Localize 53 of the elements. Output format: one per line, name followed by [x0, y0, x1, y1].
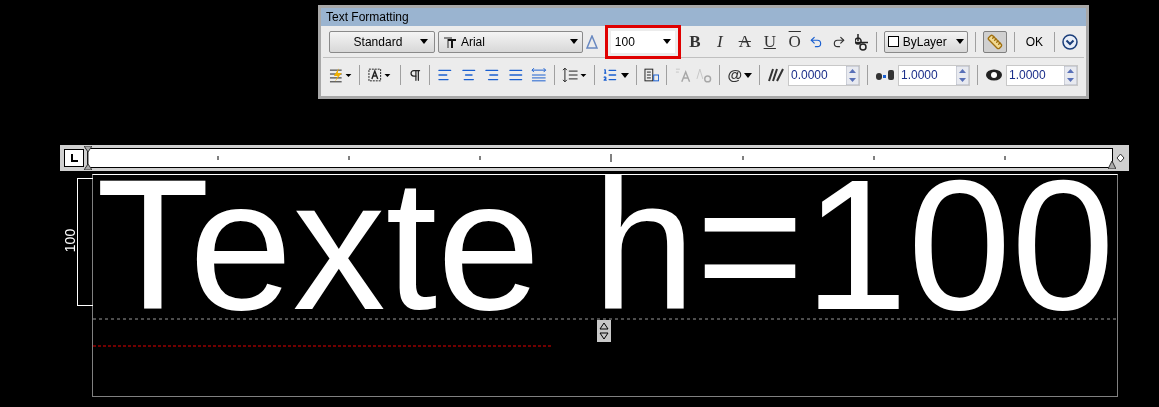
tab-stop-button[interactable] — [64, 149, 84, 167]
redo-icon[interactable] — [831, 34, 846, 49]
align-center-icon[interactable] — [460, 67, 477, 83]
caret-icon — [744, 72, 753, 78]
truetype-font-icon — [442, 35, 457, 48]
align-left-icon[interactable] — [437, 67, 453, 83]
symbol-button[interactable]: @ — [727, 63, 753, 87]
caret-icon — [955, 39, 964, 44]
style-dropdown[interactable]: Standard — [329, 30, 435, 53]
caret-icon — [419, 39, 428, 44]
number-field[interactable]: 1.0000 — [898, 64, 970, 86]
caret-icon — [662, 39, 671, 44]
stack-icon[interactable] — [854, 32, 869, 51]
distribute-icon[interactable] — [531, 67, 548, 83]
spinner-icon[interactable] — [1063, 65, 1077, 85]
number-field[interactable]: 1.0000 — [1005, 64, 1078, 86]
number-field[interactable]: 0.0000 — [788, 64, 860, 86]
align-right-icon[interactable] — [484, 67, 500, 83]
indent-marker-icon[interactable] — [84, 146, 92, 170]
insert-field-icon[interactable] — [643, 67, 660, 83]
underline-button[interactable]: U — [758, 30, 781, 53]
spinner-icon[interactable] — [846, 65, 859, 85]
oblique-angle-icon — [767, 68, 785, 82]
height-resize-icon[interactable] — [597, 320, 611, 342]
paragraph-color-icon[interactable] — [329, 67, 353, 83]
color-dropdown[interactable]: ByLayer — [883, 30, 968, 53]
right-indent-icon[interactable] — [1108, 159, 1116, 169]
options-icon[interactable] — [1062, 33, 1078, 50]
tracking-icon — [875, 69, 895, 81]
dimension-label: 100 — [60, 227, 79, 255]
line-spacing-icon[interactable] — [562, 67, 588, 83]
overline-button[interactable]: O — [783, 30, 806, 53]
width-factor-icon — [984, 69, 1003, 81]
paragraph-icon[interactable] — [407, 67, 423, 83]
spinner-icon[interactable] — [956, 65, 969, 85]
caret-icon — [569, 39, 578, 44]
toolbar-title: Text Formatting — [321, 8, 1086, 26]
text-height-field[interactable]: 100 — [610, 30, 675, 53]
strike-button[interactable]: A — [733, 30, 756, 53]
caret-icon — [620, 72, 629, 78]
ruler-button[interactable] — [982, 30, 1007, 53]
attachment-icon[interactable] — [367, 67, 393, 83]
left-tab-icon — [70, 154, 78, 162]
undo-icon[interactable] — [808, 34, 823, 49]
bold-button[interactable]: B — [683, 30, 706, 53]
font-dropdown[interactable]: Arial — [437, 30, 583, 53]
italic-button[interactable]: I — [708, 30, 731, 53]
numbering-icon[interactable] — [602, 67, 618, 83]
ok-button[interactable]: OK — [1021, 30, 1047, 53]
editor-text: Texte h=100 — [96, 172, 1115, 318]
justify-icon[interactable] — [507, 67, 524, 83]
width-handle-icon[interactable] — [1116, 153, 1125, 163]
annotative-icon[interactable] — [585, 34, 598, 49]
